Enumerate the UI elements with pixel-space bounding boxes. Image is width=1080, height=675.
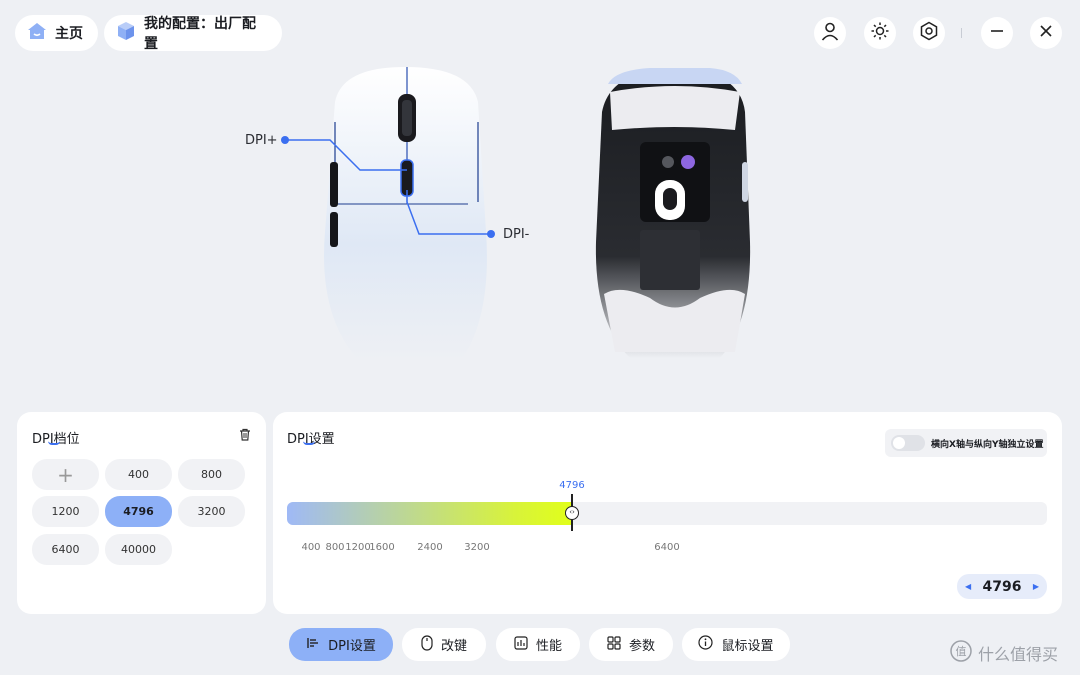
account-button[interactable] <box>814 17 846 49</box>
dpi-level-chip-selected[interactable]: 4796 <box>105 496 172 527</box>
dpi-slider-thumb[interactable]: ‹› <box>565 506 579 520</box>
dpi-level-chip[interactable]: 6400 <box>32 534 99 565</box>
slider-tick: 800 <box>325 542 345 553</box>
minimize-icon <box>989 23 1005 43</box>
dpi-level-chip[interactable]: 40000 <box>105 534 172 565</box>
parameters-icon <box>607 635 621 654</box>
lighting-button[interactable] <box>864 17 896 49</box>
tab-parameters[interactable]: 参数 <box>589 628 673 661</box>
slider-tick: 2400 <box>417 542 443 553</box>
dpi-value-stepper[interactable]: ◀ 4796 ▶ <box>957 574 1047 599</box>
close-button[interactable] <box>1030 17 1062 49</box>
independent-xy-toggle[interactable]: 横向X轴与纵向Y轴独立设置 <box>885 429 1047 457</box>
plus-icon: + <box>57 462 74 487</box>
mouse-bottom-view <box>595 68 751 358</box>
slider-value-label: 4796 <box>559 480 585 491</box>
stepper-value[interactable]: 4796 <box>983 579 1022 595</box>
independent-xy-switch[interactable] <box>891 435 925 451</box>
slider-tick: 1200 <box>345 542 371 553</box>
tab-remap-keys[interactable]: 改键 <box>402 628 486 661</box>
close-icon <box>1038 23 1054 43</box>
watermark-text: 什么值得买 <box>978 645 1059 664</box>
increment-icon[interactable]: ▶ <box>1033 582 1039 591</box>
mouse-illustration <box>281 67 751 362</box>
dpi-settings-icon <box>306 636 320 654</box>
home-icon <box>27 22 47 44</box>
tab-label: DPI设置 <box>328 639 376 654</box>
mouse-top-view <box>324 67 487 362</box>
tab-mouse-settings[interactable]: 鼠标设置 <box>682 628 790 661</box>
slider-tick: 400 <box>301 542 321 553</box>
home-button[interactable]: 主页 <box>15 15 98 51</box>
tab-label: 鼠标设置 <box>721 639 774 654</box>
watermark: 值 什么值得买 <box>950 640 1058 666</box>
config-label: 我的配置：出厂配置 <box>144 16 256 52</box>
mouse-key-icon <box>421 634 433 655</box>
dpi-slider-fill <box>287 502 572 525</box>
config-selector[interactable]: 我的配置：出厂配置 <box>104 15 282 52</box>
dpi-level-chip[interactable]: 400 <box>105 459 172 490</box>
dpi-level-chip[interactable]: 800 <box>178 459 245 490</box>
user-icon <box>820 21 840 45</box>
tab-label: 参数 <box>628 639 655 654</box>
independent-xy-label: 横向X轴与纵向Y轴独立设置 <box>931 439 1044 450</box>
settings-button[interactable] <box>913 17 945 49</box>
gear-icon <box>919 21 939 45</box>
info-icon <box>698 635 714 654</box>
dpi-level-chip[interactable]: 1200 <box>32 496 99 527</box>
brightness-icon <box>870 21 890 45</box>
dpi-plus-callout: DPI+ <box>245 133 278 148</box>
slider-tick: 1600 <box>369 542 395 553</box>
trash-icon <box>239 426 251 445</box>
slider-tick: 6400 <box>654 542 680 553</box>
minimize-button[interactable] <box>981 17 1013 49</box>
home-label: 主页 <box>55 26 83 42</box>
dpi-level-chip[interactable]: 3200 <box>178 496 245 527</box>
svg-text:值: 值 <box>956 645 967 658</box>
delete-level-button[interactable] <box>239 426 251 445</box>
titlebar-divider <box>961 28 962 38</box>
add-level-button[interactable]: + <box>32 459 99 490</box>
tab-performance[interactable]: 性能 <box>496 628 580 661</box>
cube-icon <box>116 21 136 45</box>
slider-tick: 3200 <box>464 542 490 553</box>
tab-label: 改键 <box>440 639 467 654</box>
dpi-minus-callout: DPI- <box>503 227 530 242</box>
decrement-icon[interactable]: ◀ <box>965 582 971 591</box>
performance-icon <box>514 635 528 654</box>
tab-label: 性能 <box>535 639 562 654</box>
dpi-slider-track[interactable] <box>287 502 1047 525</box>
tab-dpi-settings[interactable]: DPI设置 <box>289 628 393 661</box>
watermark-logo-icon: 值 <box>950 640 972 666</box>
